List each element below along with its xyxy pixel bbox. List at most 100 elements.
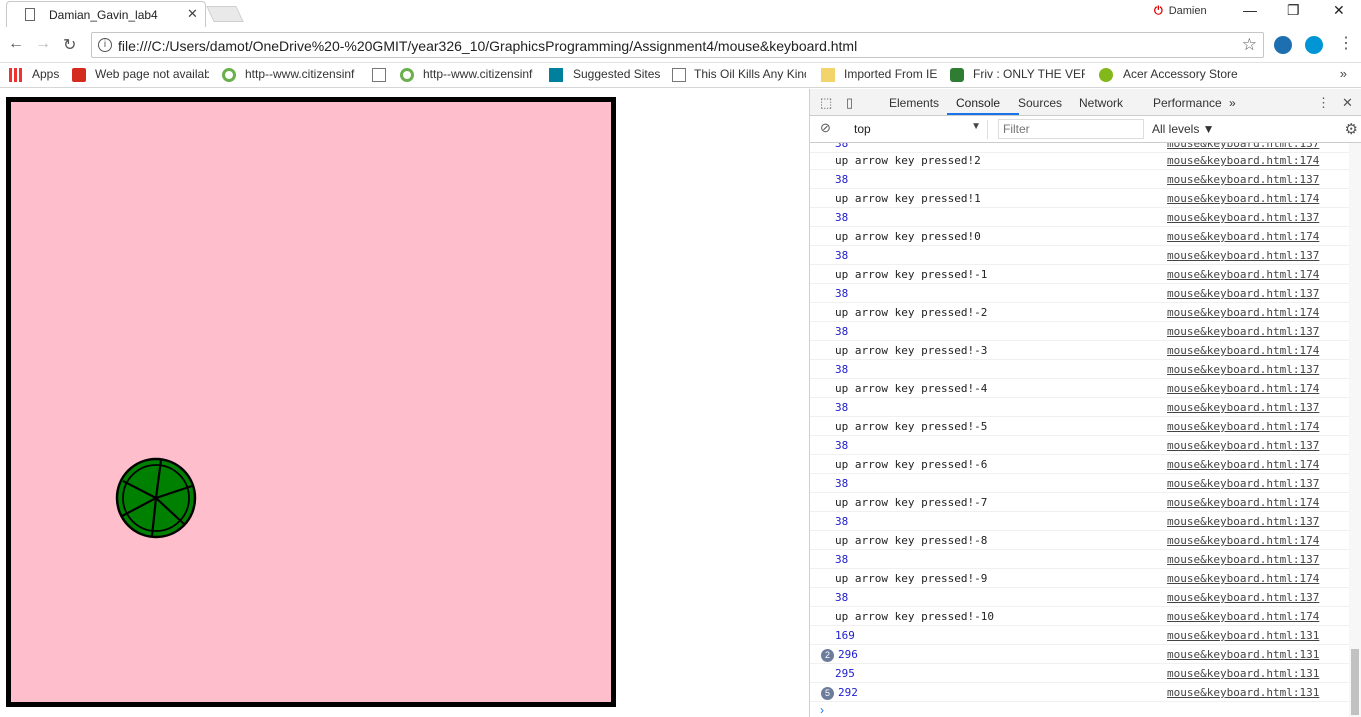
console-scrollbar[interactable] bbox=[1349, 143, 1361, 717]
info-icon[interactable]: i bbox=[98, 38, 112, 52]
console-source-link[interactable]: mouse&keyboard.html:137 bbox=[1167, 325, 1319, 338]
c-icon bbox=[400, 68, 414, 82]
console-message-text: 296 bbox=[838, 648, 858, 661]
devtools-menu-icon[interactable]: ⋮ bbox=[1317, 95, 1330, 111]
console-source-link[interactable]: mouse&keyboard.html:131 bbox=[1167, 667, 1319, 680]
browser-tab[interactable]: Damian_Gavin_lab4 ✕ bbox=[6, 1, 206, 28]
console-source-link[interactable]: mouse&keyboard.html:137 bbox=[1167, 591, 1319, 604]
console-source-link[interactable]: mouse&keyboard.html:174 bbox=[1167, 154, 1319, 167]
page-icon bbox=[25, 8, 35, 21]
log-levels-dropdown[interactable]: All levels ▼ bbox=[1152, 122, 1215, 136]
tab-sources[interactable]: Sources bbox=[1018, 96, 1062, 110]
console-source-link[interactable]: mouse&keyboard.html:137 bbox=[1167, 515, 1319, 528]
console-source-link[interactable]: mouse&keyboard.html:174 bbox=[1167, 306, 1319, 319]
console-source-link[interactable]: mouse&keyboard.html:174 bbox=[1167, 496, 1319, 509]
bookmark-apps[interactable]: Apps bbox=[32, 67, 59, 81]
repeat-count-badge: 5 bbox=[821, 687, 834, 700]
hp-icon[interactable] bbox=[1305, 36, 1323, 54]
profile-button[interactable]: ⏻ Damien bbox=[1154, 5, 1207, 18]
bookmarks-bar: Apps Web page not availab http--www.citi… bbox=[0, 63, 1361, 88]
gear-icon[interactable]: ⚙ bbox=[1345, 120, 1358, 138]
devtools-panel: ⬚ ▯ Elements Console Sources Network Per… bbox=[809, 89, 1361, 717]
console-filter-input[interactable] bbox=[998, 119, 1144, 139]
console-source-link[interactable]: mouse&keyboard.html:174 bbox=[1167, 610, 1319, 623]
console-source-link[interactable]: mouse&keyboard.html:137 bbox=[1167, 553, 1319, 566]
console-source-link[interactable]: mouse&keyboard.html:131 bbox=[1167, 648, 1319, 661]
inspect-icon[interactable]: ⬚ bbox=[820, 95, 832, 111]
console-source-link[interactable]: mouse&keyboard.html:137 bbox=[1167, 401, 1319, 414]
console-message-text: up arrow key pressed!-2 bbox=[835, 306, 988, 319]
console-source-link[interactable]: mouse&keyboard.html:131 bbox=[1167, 629, 1319, 642]
profile-name: Damien bbox=[1168, 5, 1207, 17]
reload-button[interactable]: ↻ bbox=[63, 35, 76, 55]
tab-elements[interactable]: Elements bbox=[889, 96, 939, 110]
console-source-link[interactable]: mouse&keyboard.html:174 bbox=[1167, 230, 1319, 243]
bookmark-item[interactable]: Suggested Sites bbox=[573, 67, 660, 81]
console-source-link[interactable]: mouse&keyboard.html:137 bbox=[1167, 173, 1319, 186]
bookmark-item[interactable]: http--www.citizensinf bbox=[423, 67, 535, 81]
console-message: 38 mouse&keyboard.html:137 bbox=[810, 170, 1350, 189]
bookmark-item[interactable]: Friv : ONLY THE VERY bbox=[973, 67, 1085, 81]
back-button[interactable]: ← bbox=[8, 35, 24, 53]
bookmark-item[interactable]: Imported From IE bbox=[844, 67, 937, 81]
console-source-link[interactable]: mouse&keyboard.html:137 bbox=[1167, 249, 1319, 262]
console-source-link[interactable]: mouse&keyboard.html:137 bbox=[1167, 211, 1319, 224]
console-message: 38 mouse&keyboard.html:137 bbox=[810, 322, 1350, 341]
console-source-link[interactable]: mouse&keyboard.html:174 bbox=[1167, 344, 1319, 357]
console-message-text: 38 bbox=[835, 515, 849, 528]
context-selector[interactable]: top ▼ bbox=[846, 120, 988, 139]
tab-title: Damian_Gavin_lab4 bbox=[49, 8, 158, 22]
console-source-link[interactable]: mouse&keyboard.html:174 bbox=[1167, 420, 1319, 433]
tab-performance[interactable]: Performance bbox=[1153, 96, 1222, 110]
new-tab-button[interactable] bbox=[206, 6, 244, 22]
url-text[interactable]: file:///C:/Users/damot/OneDrive%20-%20GM… bbox=[118, 38, 857, 54]
tab-close-icon[interactable]: ✕ bbox=[187, 6, 198, 22]
extension-icon[interactable] bbox=[1274, 36, 1292, 54]
acer-icon bbox=[1099, 68, 1113, 82]
console-source-link[interactable]: mouse&keyboard.html:137 bbox=[1167, 363, 1319, 376]
console-source-link[interactable]: mouse&keyboard.html:174 bbox=[1167, 268, 1319, 281]
maximize-button[interactable]: ❐ bbox=[1287, 2, 1300, 19]
console-source-link[interactable]: mouse&keyboard.html:137 bbox=[1167, 477, 1319, 490]
console-source-link[interactable]: mouse&keyboard.html:174 bbox=[1167, 534, 1319, 547]
minimize-button[interactable]: — bbox=[1243, 2, 1257, 18]
clear-console-icon[interactable]: ⊘ bbox=[820, 120, 831, 136]
console-message-text: up arrow key pressed!1 bbox=[835, 192, 981, 205]
devtools-close-icon[interactable]: ✕ bbox=[1342, 95, 1353, 111]
ball bbox=[115, 457, 197, 539]
console-source-link[interactable]: mouse&keyboard.html:137 bbox=[1167, 439, 1319, 452]
console-source-link[interactable]: mouse&keyboard.html:137 bbox=[1167, 143, 1319, 150]
console-source-link[interactable]: mouse&keyboard.html:137 bbox=[1167, 287, 1319, 300]
bookmark-item[interactable]: Web page not availab bbox=[95, 67, 209, 81]
console-message-text: up arrow key pressed!-4 bbox=[835, 382, 988, 395]
game-canvas[interactable] bbox=[6, 97, 616, 707]
forward-button[interactable]: → bbox=[35, 35, 51, 53]
tab-console[interactable]: Console bbox=[956, 96, 1000, 110]
console-message-text: up arrow key pressed!-5 bbox=[835, 420, 988, 433]
console-source-link[interactable]: mouse&keyboard.html:174 bbox=[1167, 572, 1319, 585]
device-toolbar-icon[interactable]: ▯ bbox=[846, 95, 853, 111]
bookmarks-more-button[interactable]: » bbox=[1340, 66, 1347, 81]
console-message-text: up arrow key pressed!-8 bbox=[835, 534, 988, 547]
bookmark-item[interactable]: This Oil Kills Any Kind bbox=[694, 67, 806, 81]
console-message-text: 292 bbox=[838, 686, 858, 699]
window-close-button[interactable]: ✕ bbox=[1333, 2, 1345, 19]
console-source-link[interactable]: mouse&keyboard.html:131 bbox=[1167, 686, 1319, 699]
console-source-link[interactable]: mouse&keyboard.html:174 bbox=[1167, 382, 1319, 395]
address-bar[interactable]: i file:///C:/Users/damot/OneDrive%20-%20… bbox=[91, 32, 1264, 58]
console-message: 38 mouse&keyboard.html:137 bbox=[810, 360, 1350, 379]
bookmark-star-icon[interactable]: ☆ bbox=[1242, 35, 1257, 55]
console-source-link[interactable]: mouse&keyboard.html:174 bbox=[1167, 458, 1319, 471]
repeat-count-badge: 2 bbox=[821, 649, 834, 662]
console-prompt[interactable]: › bbox=[820, 703, 824, 717]
tab-network[interactable]: Network bbox=[1079, 96, 1123, 110]
context-label: top bbox=[854, 122, 871, 136]
bookmark-item[interactable]: Acer Accessory Store bbox=[1123, 67, 1238, 81]
console-message: up arrow key pressed!2 mouse&keyboard.htm… bbox=[810, 151, 1350, 170]
menu-icon[interactable]: ⋮ bbox=[1338, 33, 1354, 53]
apps-icon bbox=[9, 68, 23, 82]
console-source-link[interactable]: mouse&keyboard.html:174 bbox=[1167, 192, 1319, 205]
scrollbar-thumb[interactable] bbox=[1351, 649, 1359, 715]
more-tabs-button[interactable]: » bbox=[1229, 96, 1236, 110]
bookmark-item[interactable]: http--www.citizensinf bbox=[245, 67, 357, 81]
